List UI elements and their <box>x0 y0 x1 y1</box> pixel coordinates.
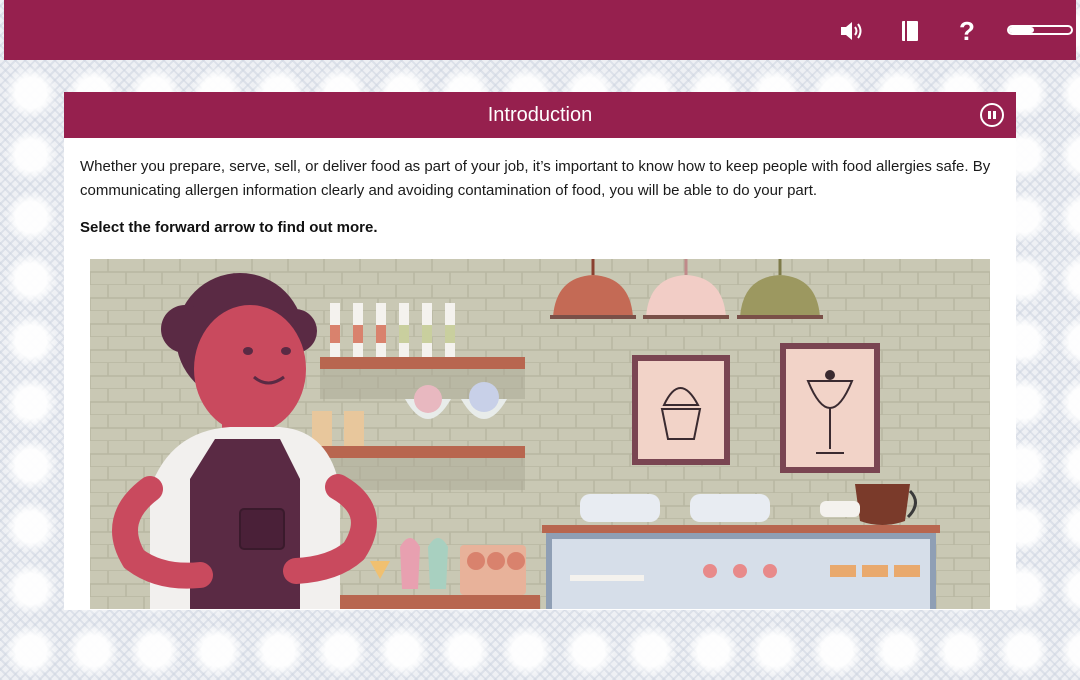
pause-button[interactable] <box>980 103 1004 127</box>
display-counter <box>542 484 940 609</box>
help-icon[interactable]: ? <box>955 16 979 46</box>
intro-paragraph: Whether you prepare, serve, sell, or del… <box>80 158 991 199</box>
panel-header: Introduction <box>64 92 1016 138</box>
instruction-text: Select the forward arrow to find out mor… <box>80 219 378 236</box>
glossary-book-icon[interactable] <box>898 18 922 44</box>
progress-bar <box>1007 25 1073 35</box>
audio-icon[interactable] <box>838 18 864 44</box>
progress-bar-fill <box>1009 27 1034 33</box>
content-panel: Introduction Whether you prepare, serve,… <box>64 92 1016 610</box>
top-bar: ? <box>4 0 1076 60</box>
cafe-counter-illustration <box>90 259 990 609</box>
page-title: Introduction <box>487 104 593 126</box>
